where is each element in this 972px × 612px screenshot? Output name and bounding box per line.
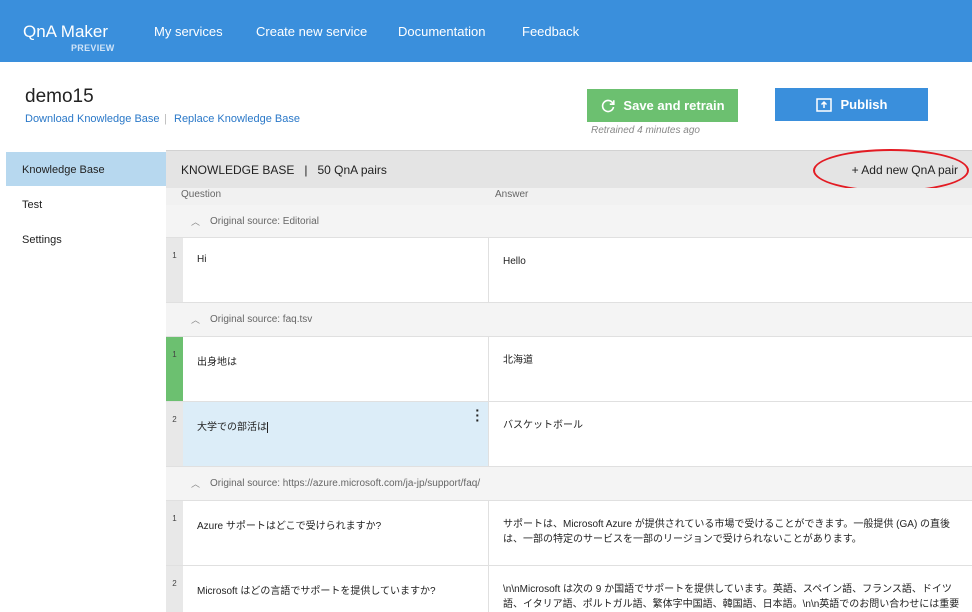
save-button-label: Save and retrain	[623, 98, 725, 113]
source-label: Original source: faq.tsv	[210, 314, 313, 325]
row-number: 1	[166, 238, 183, 302]
sidebar-item-knowledge-base[interactable]: Knowledge Base	[6, 152, 166, 186]
top-nav-bar: QnA Maker PREVIEW My services Create new…	[0, 0, 972, 62]
chevron-up-icon: ︿	[191, 479, 201, 489]
source-group-azure-faq[interactable]: ︿ Original source: https://azure.microso…	[166, 467, 972, 501]
download-kb-link[interactable]: Download Knowledge Base	[25, 113, 160, 125]
answer-cell[interactable]: \n\nMicrosoft は次の 9 か国語でサポートを提供しています。英語、…	[489, 566, 972, 612]
column-headers: Question Answer	[166, 188, 972, 205]
add-qna-pair-button[interactable]: + Add new QnA pair	[852, 163, 958, 177]
source-label: Original source: https://azure.microsoft…	[210, 478, 481, 489]
question-cell[interactable]: Microsoft はどの言語でサポートを提供していますか?	[183, 566, 489, 612]
table-row: 2 大学での部活は · · · バスケットボール	[166, 402, 972, 467]
nav-documentation[interactable]: Documentation	[398, 24, 485, 39]
nav-feedback[interactable]: Feedback	[522, 24, 579, 39]
page-title: demo15	[25, 86, 94, 107]
answer-cell[interactable]: バスケットボール	[489, 402, 972, 466]
column-header-answer: Answer	[495, 189, 529, 200]
row-number: 1	[166, 337, 183, 401]
refresh-icon	[602, 99, 616, 112]
table-row: 2 Microsoft はどの言語でサポートを提供していますか? \n\nMic…	[166, 566, 972, 612]
retrained-status: Retrained 4 minutes ago	[591, 125, 700, 136]
chevron-up-icon: ︿	[191, 217, 201, 227]
chevron-up-icon: ︿	[191, 315, 201, 325]
row-number: 1	[166, 501, 183, 565]
answer-cell[interactable]: 北海道	[489, 337, 972, 401]
question-cell-editing[interactable]: 大学での部活は · · ·	[183, 402, 489, 466]
publish-button-label: Publish	[840, 97, 888, 112]
row-number: 2	[166, 566, 183, 612]
text-cursor	[267, 421, 268, 433]
kb-header-title: KNOWLEDGE BASE | 50 QnA pairs	[181, 163, 387, 177]
source-group-editorial[interactable]: ︿ Original source: Editorial	[166, 205, 972, 238]
answer-cell[interactable]: Hello	[489, 238, 972, 302]
row-number: 2	[166, 402, 183, 466]
more-options-icon[interactable]: · · ·	[475, 403, 480, 427]
nav-my-services[interactable]: My services	[154, 24, 223, 39]
sidebar-item-settings[interactable]: Settings	[6, 222, 166, 256]
question-cell[interactable]: Azure サポートはどこで受けられますか?	[183, 501, 489, 565]
app-brand-preview: PREVIEW	[71, 43, 115, 53]
column-header-question: Question	[181, 189, 222, 200]
table-row: 1 出身地は 北海道	[166, 337, 972, 402]
link-separator: |	[164, 113, 167, 125]
table-row: 1 Azure サポートはどこで受けられますか? サポートは、Microsoft…	[166, 501, 972, 566]
publish-button[interactable]: Publish	[775, 88, 928, 121]
source-group-faq-tsv[interactable]: ︿ Original source: faq.tsv	[166, 303, 972, 337]
upload-icon	[815, 97, 832, 112]
replace-kb-link[interactable]: Replace Knowledge Base	[174, 113, 300, 125]
question-cell[interactable]: Hi	[183, 238, 489, 302]
save-and-retrain-button[interactable]: Save and retrain	[587, 89, 738, 122]
question-text: 大学での部活は	[197, 422, 267, 433]
nav-create-new-service[interactable]: Create new service	[256, 24, 367, 39]
question-cell[interactable]: 出身地は	[183, 337, 489, 401]
table-row: 1 Hi Hello	[166, 238, 972, 303]
sidebar: Knowledge Base Test Settings	[0, 150, 166, 612]
app-brand[interactable]: QnA Maker	[23, 22, 108, 42]
answer-cell[interactable]: サポートは、Microsoft Azure が提供されている市場で受けることがで…	[489, 501, 972, 565]
kb-header: KNOWLEDGE BASE | 50 QnA pairs + Add new …	[166, 150, 972, 188]
sidebar-item-test[interactable]: Test	[6, 187, 166, 221]
source-label: Original source: Editorial	[210, 216, 319, 227]
